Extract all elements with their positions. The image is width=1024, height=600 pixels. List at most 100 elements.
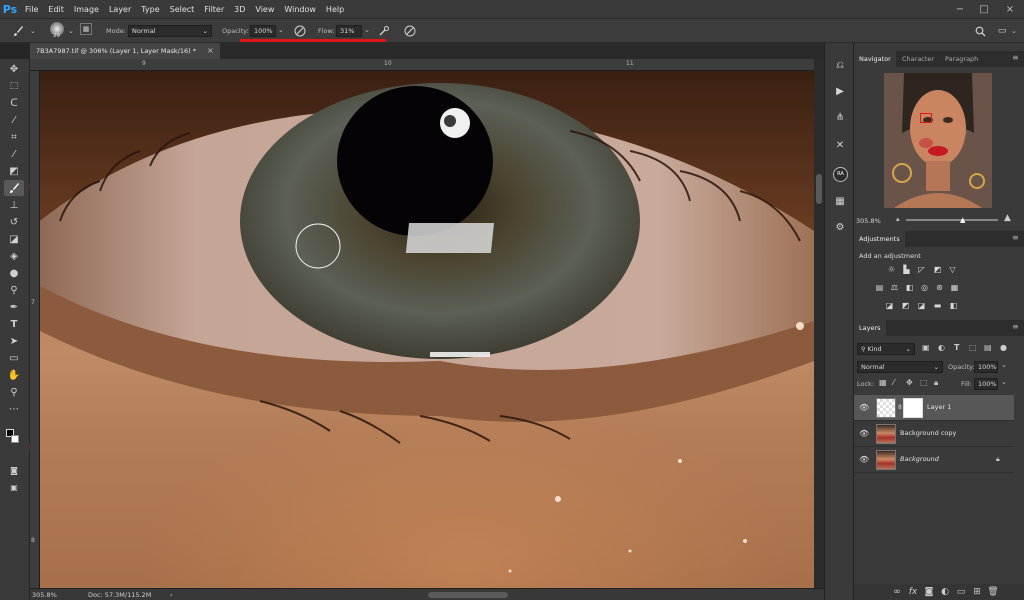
layer-mask-thumbnail[interactable] — [903, 398, 923, 418]
history-panel-icon[interactable]: ⎌ — [832, 57, 848, 73]
flow-field[interactable]: 31% — [336, 25, 362, 37]
zoom-slider-thumb[interactable]: ▲ — [960, 216, 965, 224]
lock-all-icon[interactable]: 🔒︎ — [934, 378, 938, 388]
menu-view[interactable]: View — [250, 5, 279, 14]
paint-bucket-tool-icon[interactable]: ◈ — [4, 248, 24, 264]
navigator-view-box[interactable] — [920, 113, 932, 123]
layer-opacity-chevron-icon[interactable]: ⌄ — [1001, 361, 1007, 369]
workspace-icon[interactable]: ▭ — [994, 23, 1010, 39]
pen-tool-icon[interactable]: ✒ — [4, 299, 24, 315]
color-balance-icon[interactable]: ⚖ — [889, 283, 900, 292]
workspace-chevron-icon[interactable]: ⌄ — [1011, 27, 1017, 35]
menu-type[interactable]: Type — [136, 5, 164, 14]
marquee-tool-icon[interactable]: ⬚ — [4, 78, 24, 94]
layer-style-icon[interactable]: fx — [906, 584, 920, 600]
document-canvas[interactable] — [40, 71, 814, 588]
pressure-size-icon[interactable] — [402, 23, 418, 39]
clone-stamp-tool-icon[interactable]: ⊥ — [4, 197, 24, 213]
maximize-icon[interactable]: □ — [972, 0, 996, 18]
opacity-field[interactable]: 100% — [250, 25, 276, 37]
threshold-icon[interactable]: ◪ — [916, 301, 927, 310]
zoom-in-icon[interactable]: ▲ — [1004, 213, 1011, 223]
airbrush-icon[interactable] — [376, 23, 392, 39]
layer-filter-select[interactable]: ⚲ Kind ⌄ — [857, 343, 915, 355]
menu-file[interactable]: File — [20, 5, 43, 14]
search-icon[interactable] — [972, 23, 988, 39]
zoom-tool-icon[interactable]: ⚲ — [4, 384, 24, 400]
scroll-thumb[interactable] — [816, 174, 822, 204]
mask-link-icon[interactable]: 8 — [898, 404, 902, 411]
minimize-icon[interactable]: − — [948, 0, 972, 18]
new-adjustment-layer-icon[interactable]: ◐ — [938, 584, 952, 600]
eraser-tool-icon[interactable]: ◪ — [4, 231, 24, 247]
navigator-thumbnail[interactable] — [884, 73, 992, 208]
lock-artboard-icon[interactable]: ⬚ — [920, 378, 928, 387]
visibility-eye-icon[interactable]: 👁︎ — [859, 429, 869, 439]
hand-tool-icon[interactable]: ✋ — [4, 367, 24, 383]
crop-tool-icon[interactable]: ⌗ — [4, 129, 24, 145]
exposure-icon[interactable]: ◩ — [932, 265, 943, 274]
menu-filter[interactable]: Filter — [199, 5, 229, 14]
tab-navigator[interactable]: Navigator — [854, 51, 896, 67]
clone-source-panel-icon[interactable]: ▦ — [832, 193, 848, 209]
filter-toggle-icon[interactable]: ● — [1000, 343, 1007, 352]
history-brush-tool-icon[interactable]: ↺ — [4, 214, 24, 230]
layers-menu-icon[interactable]: ≡ — [1012, 322, 1019, 331]
background-color-swatch[interactable] — [11, 435, 19, 443]
brush-panel-toggle-icon[interactable]: ▦ — [80, 23, 92, 35]
opacity-chevron-icon[interactable]: ⌄ — [278, 26, 284, 34]
document-tab[interactable]: 7B3A7987.tif @ 306% (Layer 1, Layer Mask… — [30, 43, 220, 59]
screen-mode-icon[interactable]: ▣ — [4, 479, 24, 495]
dodge-tool-icon[interactable]: ⚲ — [4, 282, 24, 298]
lock-transparent-icon[interactable]: ▦ — [879, 378, 887, 387]
menu-help[interactable]: Help — [321, 5, 349, 14]
flow-chevron-icon[interactable]: ⌄ — [364, 26, 370, 34]
lock-image-icon[interactable]: ⁄ — [893, 378, 894, 387]
quick-mask-icon[interactable]: ◙ — [4, 462, 24, 478]
vibrance-icon[interactable]: ▽ — [947, 265, 958, 274]
healing-brush-tool-icon[interactable]: ◩ — [4, 163, 24, 179]
tab-character[interactable]: Character — [897, 51, 939, 67]
layer-row-background-copy[interactable]: 👁︎ Background copy — [854, 421, 1014, 447]
selective-color-icon[interactable]: ◧ — [948, 301, 959, 310]
properties-panel-icon[interactable]: ⚙ — [832, 219, 848, 235]
ra-plugin-icon[interactable]: RA — [833, 167, 848, 182]
zoom-out-icon[interactable]: ▴ — [896, 215, 900, 223]
brush-tool-icon-active[interactable] — [4, 180, 24, 196]
tools-panel-icon[interactable]: ✕ — [832, 137, 848, 153]
pressure-opacity-icon[interactable] — [292, 23, 308, 39]
gradient-map-icon[interactable]: ▬ — [932, 301, 943, 310]
hue-saturation-icon[interactable]: ▤ — [874, 283, 885, 292]
add-mask-icon[interactable]: ◙ — [922, 584, 936, 600]
new-layer-icon[interactable]: ⊞ — [970, 584, 984, 600]
layer-row-background[interactable]: 👁︎ Background 🔒︎ — [854, 447, 1014, 473]
brightness-contrast-icon[interactable]: ☼ — [886, 265, 897, 274]
brush-presets-panel-icon[interactable]: ⋔ — [832, 109, 848, 125]
invert-icon[interactable]: ◪ — [884, 301, 895, 310]
more-tools-icon[interactable]: ⋯ — [4, 401, 24, 417]
rectangle-tool-icon[interactable]: ▭ — [4, 350, 24, 366]
path-selection-tool-icon[interactable]: ➤ — [4, 333, 24, 349]
channel-mixer-icon[interactable]: ⊛ — [934, 283, 945, 292]
type-tool-icon[interactable]: T — [4, 316, 24, 332]
lasso-tool-icon[interactable]: ᑕ — [4, 95, 24, 111]
layer-name[interactable]: Background — [900, 455, 939, 463]
tool-preset-chevron-icon[interactable]: ⌄ — [30, 27, 36, 35]
panel-menu-icon[interactable]: ≡ — [1012, 53, 1019, 62]
status-menu-icon[interactable]: › — [170, 591, 173, 599]
menu-select[interactable]: Select — [165, 5, 200, 14]
levels-icon[interactable]: ▙ — [901, 265, 912, 274]
tab-layers[interactable]: Layers — [854, 320, 886, 336]
visibility-eye-icon[interactable]: 👁︎ — [859, 455, 869, 465]
menu-3d[interactable]: 3D — [229, 5, 250, 14]
tab-adjustments[interactable]: Adjustments — [854, 231, 905, 247]
tab-paragraph[interactable]: Paragraph — [940, 51, 983, 67]
actions-panel-icon[interactable]: ▶ — [832, 83, 848, 99]
close-window-icon[interactable]: × — [998, 0, 1022, 18]
layer-name[interactable]: Layer 1 — [927, 403, 951, 411]
move-tool-icon[interactable]: ✥ — [4, 61, 24, 77]
photo-filter-icon[interactable]: ◎ — [919, 283, 930, 292]
horizontal-scrollbar[interactable] — [428, 592, 508, 598]
fill-chevron-icon[interactable]: ⌄ — [1001, 378, 1007, 386]
lock-position-icon[interactable]: ✥ — [906, 378, 913, 387]
